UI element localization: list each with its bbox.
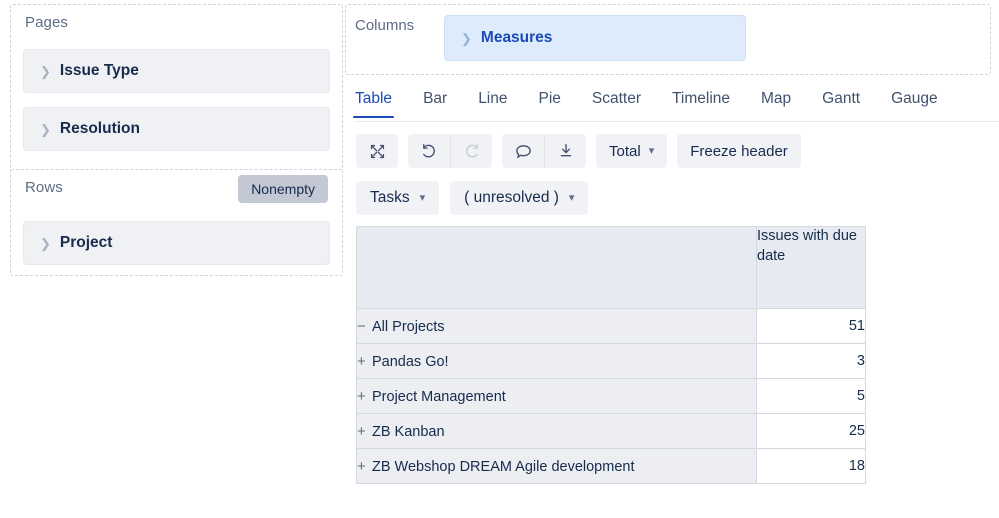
expand-button[interactable]	[356, 134, 398, 168]
collapse-toggle-icon[interactable]: −	[357, 318, 372, 335]
freeze-header-button[interactable]: Freeze header	[677, 134, 801, 168]
tab-bar[interactable]: Bar	[423, 90, 447, 117]
chevron-right-icon[interactable]: ❯	[40, 123, 51, 136]
chart-type-tabs: Table Bar Line Pie Scatter Timeline Map …	[352, 90, 999, 122]
rows-title: Rows	[25, 179, 63, 196]
pivot-table: Issues with due date − All Projects 51 + P…	[356, 226, 866, 484]
row-label-cell[interactable]: + Pandas Go!	[356, 343, 757, 379]
table-toolbar: Total ▾ Freeze header	[356, 134, 811, 168]
pivot-table-head: Issues with due date	[356, 226, 866, 309]
row-label-text: ZB Kanban	[372, 423, 445, 440]
table-row[interactable]: + Project Management 5	[356, 378, 866, 414]
table-corner-cell	[356, 226, 757, 309]
field-pill-issue-type[interactable]: ❯ Issue Type	[23, 49, 330, 93]
table-row[interactable]: + ZB Kanban 25	[356, 413, 866, 449]
row-label-text: Project Management	[372, 388, 506, 405]
toolbar-group-history	[408, 134, 492, 168]
rows-dropzone[interactable]: Rows Nonempty ❯ Project	[11, 170, 342, 277]
field-pill-label: Project	[59, 234, 113, 251]
comment-icon	[514, 142, 533, 161]
expand-toggle-icon[interactable]: +	[357, 458, 372, 475]
row-value-cell[interactable]: 18	[756, 448, 866, 484]
nonempty-button[interactable]: Nonempty	[238, 175, 328, 203]
tab-map[interactable]: Map	[761, 90, 791, 117]
field-pill-label: Resolution	[59, 120, 140, 137]
chevron-right-icon[interactable]: ❯	[40, 237, 51, 250]
pivot-table-body: − All Projects 51 + Pandas Go! 3 + Project …	[356, 308, 866, 484]
table-row[interactable]: + ZB Webshop DREAM Agile development 18	[356, 448, 866, 484]
tab-line[interactable]: Line	[478, 90, 507, 117]
undo-icon	[420, 142, 438, 160]
chevron-down-icon: ▾	[648, 144, 655, 157]
expand-toggle-icon[interactable]: +	[357, 423, 372, 440]
filter-row: Tasks ▾ ( unresolved ) ▾	[356, 181, 599, 215]
table-header-row: Issues with due date	[356, 226, 866, 309]
expand-toggle-icon[interactable]: +	[357, 388, 372, 405]
field-pill-label: Issue Type	[59, 62, 139, 79]
tab-table[interactable]: Table	[352, 90, 395, 118]
table-row[interactable]: − All Projects 51	[356, 308, 866, 344]
tab-gantt[interactable]: Gantt	[822, 90, 860, 117]
chevron-down-icon: ▾	[419, 191, 426, 204]
total-label: Total	[609, 142, 641, 160]
table-row[interactable]: + Pandas Go! 3	[356, 343, 866, 379]
row-value-cell[interactable]: 5	[756, 378, 866, 414]
row-label-cell[interactable]: + ZB Kanban	[356, 413, 757, 449]
tab-timeline[interactable]: Timeline	[672, 90, 730, 117]
tab-gauge[interactable]: Gauge	[891, 90, 938, 117]
row-label-text: All Projects	[372, 318, 445, 335]
tab-pie[interactable]: Pie	[539, 90, 561, 117]
columns-title: Columns	[355, 17, 415, 34]
expand-arrows-icon	[369, 143, 386, 160]
undo-button[interactable]	[408, 134, 450, 168]
row-label-cell[interactable]: + Project Management	[356, 378, 757, 414]
row-value-cell[interactable]: 3	[756, 343, 866, 379]
redo-button[interactable]	[450, 134, 492, 168]
field-pill-project[interactable]: ❯ Project	[23, 221, 330, 265]
chevron-right-icon[interactable]: ❯	[40, 65, 51, 78]
redo-icon	[463, 142, 481, 160]
toolbar-group-share	[502, 134, 586, 168]
filter-label: Tasks	[370, 189, 410, 206]
field-pill-label: Measures	[480, 29, 553, 46]
comment-button[interactable]	[502, 134, 544, 168]
row-value-cell[interactable]: 51	[756, 308, 866, 344]
chevron-down-icon: ▾	[568, 191, 575, 204]
left-dropzone-panel: Pages ❯ Issue Type ❯ Resolution Rows Non…	[10, 4, 343, 276]
tab-scatter[interactable]: Scatter	[592, 90, 641, 117]
filter-label: ( unresolved )	[464, 189, 559, 206]
row-value-cell[interactable]: 25	[756, 413, 866, 449]
field-pill-resolution[interactable]: ❯ Resolution	[23, 107, 330, 151]
pages-title: Pages	[25, 14, 69, 31]
toolbar-group-expand	[356, 134, 398, 168]
pivot-table-app: Pages ❯ Issue Type ❯ Resolution Rows Non…	[0, 0, 999, 518]
row-label-text: ZB Webshop DREAM Agile development	[372, 458, 635, 475]
field-pill-measures[interactable]: ❯ Measures	[444, 15, 746, 61]
row-label-cell[interactable]: − All Projects	[356, 308, 757, 344]
row-label-text: Pandas Go!	[372, 353, 449, 370]
download-icon	[557, 142, 575, 160]
table-measure-header[interactable]: Issues with due date	[756, 226, 866, 309]
expand-toggle-icon[interactable]: +	[357, 353, 372, 370]
filter-tasks-dropdown[interactable]: Tasks ▾	[356, 181, 440, 215]
columns-dropzone[interactable]: Columns ❯ Measures	[345, 4, 991, 75]
row-label-cell[interactable]: + ZB Webshop DREAM Agile development	[356, 448, 757, 484]
chevron-right-icon[interactable]: ❯	[461, 32, 472, 45]
filter-unresolved-dropdown[interactable]: ( unresolved ) ▾	[450, 181, 589, 215]
pages-dropzone[interactable]: Pages ❯ Issue Type ❯ Resolution	[11, 5, 342, 170]
download-button[interactable]	[544, 134, 586, 168]
total-dropdown[interactable]: Total ▾	[596, 134, 668, 168]
